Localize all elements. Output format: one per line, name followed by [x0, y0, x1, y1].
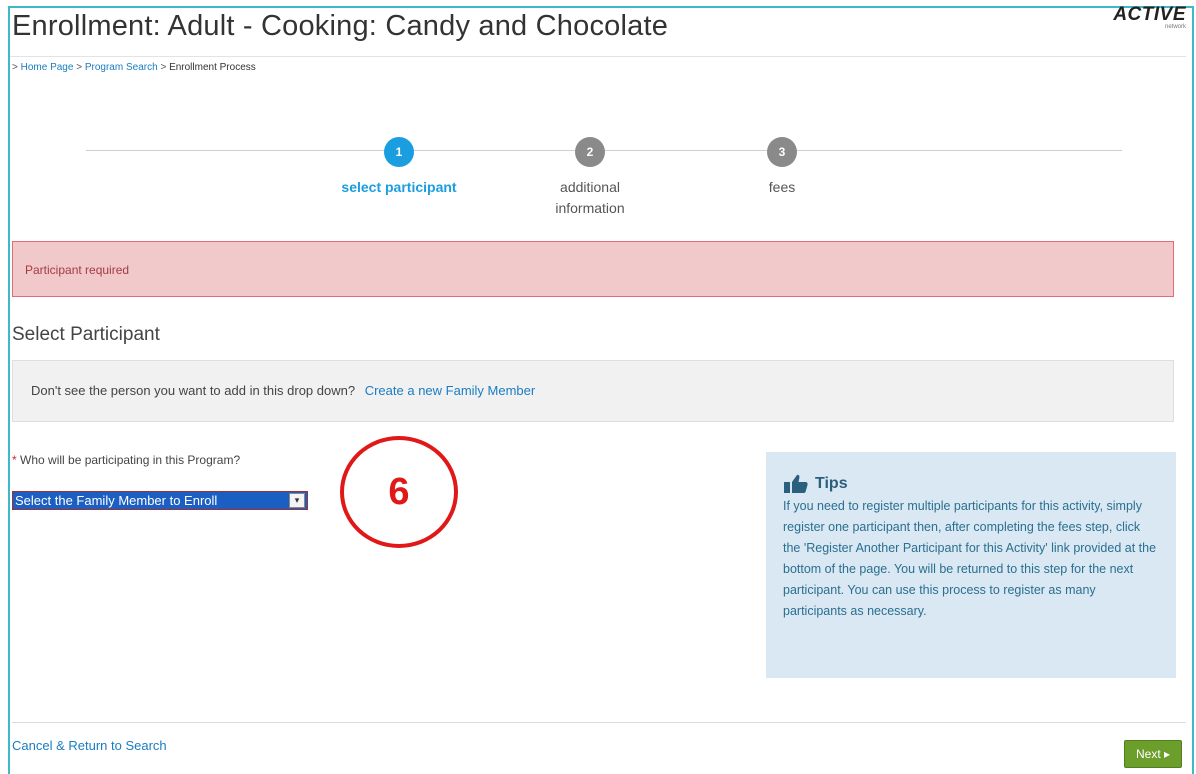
- step-1-badge: 1: [384, 137, 414, 167]
- step-select-participant: 1 select participant: [319, 137, 479, 198]
- step-3-label: fees: [768, 179, 796, 195]
- breadcrumb-program-search-link[interactable]: Program Search: [85, 62, 158, 73]
- breadcrumb: > Home Page > Program Search > Enrollmen…: [12, 62, 256, 73]
- tips-title: Tips: [815, 475, 848, 492]
- breadcrumb-prefix: >: [12, 62, 18, 73]
- step-fees: 3 fees: [702, 137, 862, 198]
- logo-text: ACTIVE: [1113, 4, 1186, 25]
- breadcrumb-home-link[interactable]: Home Page: [21, 62, 74, 73]
- step-1-label: select participant: [341, 179, 457, 195]
- annotation-circle: 6: [340, 436, 458, 548]
- step-additional-information: 2 additional information: [510, 137, 670, 219]
- breadcrumb-separator: >: [160, 62, 167, 73]
- step-2-label-line1: additional: [560, 179, 620, 195]
- error-alert: Participant required: [12, 241, 1174, 297]
- page-title: Enrollment: Adult - Cooking: Candy and C…: [12, 10, 669, 42]
- step-3-badge: 3: [767, 137, 797, 167]
- annotation-number: 6: [388, 471, 410, 513]
- title-divider: [10, 56, 1186, 57]
- family-member-select[interactable]: Select the Family Member to Enroll ▾: [12, 491, 308, 510]
- tips-panel: Tips If you need to register multiple pa…: [766, 452, 1176, 678]
- breadcrumb-separator: >: [76, 62, 83, 73]
- tips-header: Tips: [783, 474, 1160, 494]
- breadcrumb-current: Enrollment Process: [169, 62, 256, 73]
- section-title: Select Participant: [12, 324, 160, 345]
- active-network-logo: ACTIVE network: [1113, 4, 1186, 30]
- create-family-member-link[interactable]: Create a new Family Member: [365, 383, 536, 398]
- participant-question: * Who will be participating in this Prog…: [12, 453, 240, 467]
- info-text: Don't see the person you want to add in …: [31, 383, 356, 398]
- family-member-select-value: Select the Family Member to Enroll: [15, 493, 218, 508]
- step-2-label: additional information: [510, 177, 670, 219]
- footer-divider: [12, 722, 1186, 723]
- thumbs-up-icon: [783, 474, 809, 494]
- error-alert-text: Participant required: [25, 263, 130, 277]
- next-button[interactable]: Next ▸: [1124, 740, 1182, 768]
- chevron-down-icon[interactable]: ▾: [289, 493, 305, 508]
- participant-question-text: Who will be participating in this Progra…: [20, 453, 241, 467]
- step-2-badge: 2: [575, 137, 605, 167]
- family-member-info-box: Don't see the person you want to add in …: [12, 360, 1174, 422]
- required-asterisk: *: [12, 453, 17, 467]
- cancel-return-link[interactable]: Cancel & Return to Search: [12, 738, 167, 753]
- step-2-label-line2: information: [555, 200, 625, 216]
- tips-body: If you need to register multiple partici…: [783, 499, 1157, 618]
